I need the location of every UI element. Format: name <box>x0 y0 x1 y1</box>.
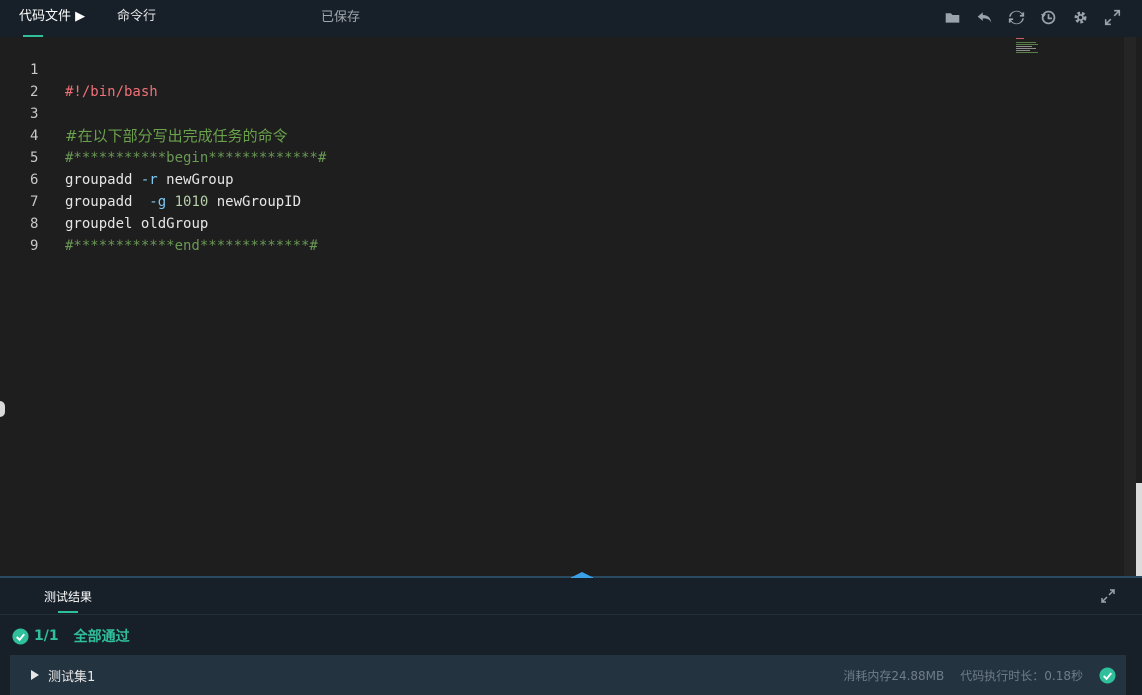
refresh-icon[interactable] <box>1006 7 1026 27</box>
tab-command-line-label: 命令行 <box>117 9 157 24</box>
code-argument: newGroup <box>157 172 234 188</box>
folder-icon[interactable] <box>942 7 962 27</box>
line-code: groupdel oldGroup <box>65 213 208 235</box>
tab-code-files[interactable]: 代码文件 ▶ <box>19 0 85 37</box>
line-code: #在以下部分写出完成任务的命令 <box>65 127 288 145</box>
test-set-name: 测试集1 <box>48 669 96 685</box>
code-minimap[interactable] <box>1016 37 1050 53</box>
results-summary: 1/1 全部通过 <box>12 626 130 646</box>
memory-usage: 消耗内存24.88MB <box>843 668 945 683</box>
code-line: 2 <box>0 59 38 100</box>
toolbar-actions <box>942 7 1122 27</box>
code-line: 4 #***********begin*************# <box>0 103 326 166</box>
code-line: 6 groupadd -g 1010 newGroupID <box>0 147 301 210</box>
editor-toolbar: 代码文件 ▶ 命令行 已保存 <box>0 0 1142 37</box>
code-line: 3 #在以下部分写出完成任务的命令 <box>0 81 288 145</box>
code-line: 8 #************end*************# <box>0 191 318 254</box>
execution-time: 代码执行时长：0.18秒 <box>960 668 1083 683</box>
undo-icon[interactable] <box>974 7 994 27</box>
code-command: groupadd <box>65 194 133 210</box>
expand-icon[interactable] <box>1100 588 1116 604</box>
test-results-panel: 测试结果 1/1 全部通过 测试集1 消耗内存24.88MB 代码执行时长：0.… <box>0 578 1142 695</box>
line-code: #***********begin*************# <box>65 150 327 166</box>
editor-scrollbar-thumb[interactable] <box>1136 483 1142 577</box>
line-code: groupadd -g 1010 newGroupID <box>65 191 301 213</box>
fullscreen-icon[interactable] <box>1102 7 1122 27</box>
results-header: 测试结果 <box>0 578 1142 615</box>
active-tab-indicator <box>58 611 78 613</box>
line-code: #!/bin/bash <box>65 84 158 100</box>
code-line: 1 #!/bin/bash <box>0 37 158 100</box>
check-circle-icon <box>12 627 29 645</box>
tab-code-files-label: 代码文件 ▶ <box>19 9 86 24</box>
editor-scrollbar-track[interactable] <box>1124 37 1136 577</box>
code-line: 7 groupdel oldGroup <box>0 169 208 232</box>
code-argument: oldGroup <box>132 216 209 232</box>
code-command: groupdel <box>65 216 133 232</box>
expand-arrow-icon[interactable] <box>30 669 40 681</box>
code-argument: newGroupID <box>208 194 302 210</box>
code-flag: -g <box>132 194 167 210</box>
line-number: 9 <box>30 238 39 254</box>
code-line: 5 groupadd -r newGroup <box>0 125 234 188</box>
settings-icon[interactable] <box>1070 7 1090 27</box>
code-flag: -r <box>132 172 158 188</box>
sidebar-toggle-handle[interactable] <box>0 401 5 417</box>
test-set-row[interactable]: 测试集1 消耗内存24.88MB 代码执行时长：0.18秒 <box>10 655 1126 695</box>
save-status: 已保存 <box>321 10 361 25</box>
line-code: groupadd -r newGroup <box>65 169 234 191</box>
line-code: #************end*************# <box>65 238 318 254</box>
tab-command-line[interactable]: 命令行 <box>117 0 156 37</box>
test-set-meta: 消耗内存24.88MB 代码执行时长：0.18秒 <box>827 655 1116 695</box>
pass-status: 全部通过 <box>73 629 130 645</box>
history-icon[interactable] <box>1038 7 1058 27</box>
code-editor[interactable]: 1 #!/bin/bash 2 3 #在以下部分写出完成任务的命令 4 #***… <box>0 37 1142 577</box>
code-line: 9 <box>0 213 38 254</box>
check-circle-icon <box>1099 666 1116 684</box>
pass-score: 1/1 <box>34 628 59 644</box>
code-command: groupadd <box>65 172 133 188</box>
code-number: 1010 <box>166 194 209 210</box>
